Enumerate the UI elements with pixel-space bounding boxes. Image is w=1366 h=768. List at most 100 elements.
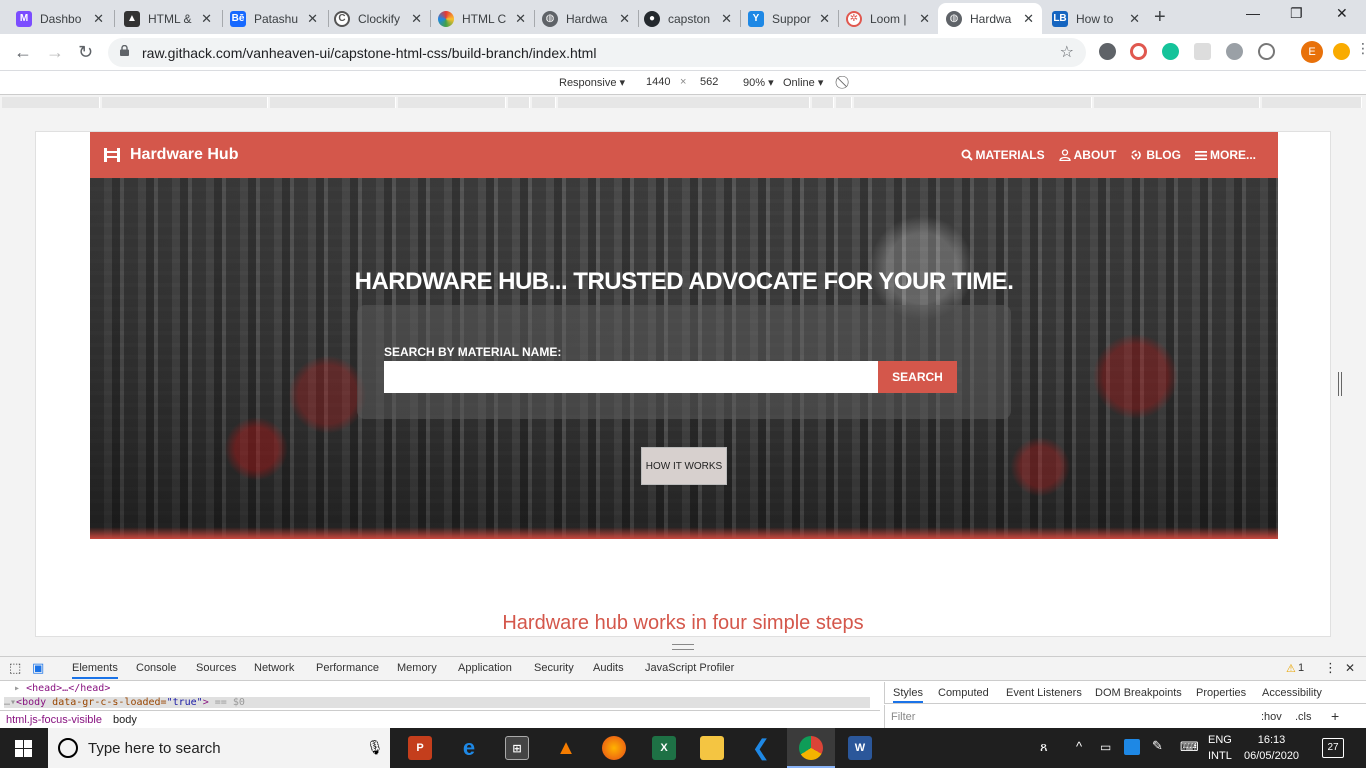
browser-tab[interactable]: HTML C ✕: [430, 3, 534, 34]
device-height-input[interactable]: 562: [700, 76, 718, 88]
grammarly-icon[interactable]: [1162, 43, 1179, 60]
edge-icon[interactable]: e: [457, 735, 481, 760]
breadcrumb-body[interactable]: body: [113, 714, 137, 726]
nav-materials[interactable]: MATERIALS: [961, 148, 1045, 162]
close-tab-icon[interactable]: ✕: [201, 11, 212, 27]
close-tab-icon[interactable]: ✕: [1023, 11, 1034, 27]
extension-icon[interactable]: [1226, 43, 1243, 60]
maximize-icon[interactable]: ❐: [1290, 5, 1303, 22]
tab-memory[interactable]: Memory: [397, 662, 437, 674]
close-tab-icon[interactable]: ✕: [819, 11, 830, 27]
styles-filter-input[interactable]: Filter: [891, 711, 915, 723]
device-width-input[interactable]: 1440: [646, 76, 670, 88]
class-toggle[interactable]: .cls: [1295, 711, 1312, 723]
devtools-menu-icon[interactable]: ⋮: [1324, 660, 1337, 676]
ruler-segment[interactable]: [398, 97, 506, 108]
reload-icon[interactable]: ↻: [78, 42, 93, 63]
loom-extension-icon[interactable]: [1130, 43, 1147, 60]
ruler-segment[interactable]: [836, 97, 852, 108]
shield-icon[interactable]: [1194, 43, 1211, 60]
battery-icon[interactable]: ▭: [1100, 740, 1111, 754]
file-explorer-icon[interactable]: [700, 736, 724, 760]
close-tab-icon[interactable]: ✕: [93, 11, 104, 27]
browser-tab[interactable]: ▲ HTML & ✕: [116, 3, 220, 34]
input-language[interactable]: ENG INTL: [1208, 732, 1232, 764]
tray-chevron-icon[interactable]: ^: [1076, 739, 1082, 754]
excel-icon[interactable]: X: [652, 736, 676, 760]
browser-tab-active[interactable]: ◍ Hardwa ✕: [938, 3, 1042, 34]
nav-blog[interactable]: BLOG: [1130, 148, 1181, 162]
windows-start-icon[interactable]: [15, 740, 32, 757]
taskbar-search[interactable]: Type here to search 🎙: [48, 728, 390, 768]
tab-elements[interactable]: Elements: [72, 662, 118, 679]
search-button[interactable]: SEARCH: [878, 361, 957, 393]
browser-tab[interactable]: Bē Patashu ✕: [222, 3, 326, 34]
firefox-icon[interactable]: [602, 736, 626, 760]
material-search-input[interactable]: [384, 361, 878, 393]
chrome-icon[interactable]: [799, 736, 823, 760]
nav-more[interactable]: MORE...: [1194, 148, 1256, 162]
zoom-select[interactable]: 90% ▾: [743, 76, 774, 89]
tab-styles[interactable]: Styles: [893, 687, 923, 703]
inspect-element-icon[interactable]: ⬚: [9, 660, 21, 676]
microphone-icon[interactable]: 🎙: [366, 739, 384, 756]
pen-icon[interactable]: ✎: [1152, 738, 1163, 754]
tab-sources[interactable]: Sources: [196, 662, 236, 674]
new-tab-icon[interactable]: +: [1154, 6, 1166, 29]
close-tab-icon[interactable]: ✕: [619, 11, 630, 27]
vlc-icon[interactable]: ▲: [554, 736, 578, 760]
close-tab-icon[interactable]: ✕: [1129, 11, 1140, 27]
clockify-extension-icon[interactable]: [1258, 43, 1275, 60]
tab-javascript-profiler[interactable]: JavaScript Profiler: [645, 662, 734, 674]
minimize-icon[interactable]: —: [1246, 5, 1260, 21]
dom-node-body[interactable]: …▾<body data-gr-c-s-loaded="true"> == $0: [4, 697, 870, 708]
devtools-close-icon[interactable]: ✕: [1345, 661, 1355, 675]
browser-tab[interactable]: ✲ Loom | ✕: [838, 3, 938, 34]
network-icon[interactable]: [1124, 739, 1140, 755]
close-tab-icon[interactable]: ✕: [411, 11, 422, 27]
tab-computed[interactable]: Computed: [938, 687, 989, 699]
ruler-segment[interactable]: [812, 97, 834, 108]
word-icon[interactable]: W: [848, 736, 872, 760]
close-tab-icon[interactable]: ✕: [307, 11, 318, 27]
tab-dom-breakpoints[interactable]: DOM Breakpoints: [1095, 687, 1182, 699]
profile-avatar[interactable]: E: [1301, 41, 1323, 63]
browser-tab[interactable]: LB How to ✕: [1044, 3, 1148, 34]
devtools-resize-handle[interactable]: [672, 644, 694, 650]
people-icon[interactable]: ጸ: [1040, 739, 1048, 755]
nav-about[interactable]: ABOUT: [1058, 148, 1116, 162]
tab-console[interactable]: Console: [136, 662, 176, 674]
extension-icon[interactable]: [1333, 43, 1350, 60]
close-tab-icon[interactable]: ✕: [721, 11, 732, 27]
close-tab-icon[interactable]: ✕: [515, 11, 526, 27]
tab-performance[interactable]: Performance: [316, 662, 379, 674]
browser-tab[interactable]: Y Suppor ✕: [740, 3, 838, 34]
network-throttle-select[interactable]: Online ▾: [783, 76, 823, 89]
ruler-segment[interactable]: [2, 97, 100, 108]
dom-node-head[interactable]: ▸ <head>…</head>: [14, 683, 110, 694]
browser-tab[interactable]: C Clockify ✕: [326, 3, 430, 34]
hover-state-toggle[interactable]: :hov: [1261, 711, 1282, 723]
tab-security[interactable]: Security: [534, 662, 574, 674]
warning-icon[interactable]: ⚠: [1286, 662, 1296, 675]
ruler-segment[interactable]: [102, 97, 268, 108]
ruler-segment[interactable]: [532, 97, 556, 108]
add-style-icon[interactable]: +: [1331, 708, 1339, 724]
how-it-works-button[interactable]: HOW IT WORKS: [641, 447, 727, 485]
tab-properties[interactable]: Properties: [1196, 687, 1246, 699]
browser-tab[interactable]: M Dashbo ✕: [8, 3, 112, 34]
close-tab-icon[interactable]: ✕: [919, 11, 930, 27]
forward-icon[interactable]: →: [46, 42, 64, 63]
ruler-segment[interactable]: [270, 97, 396, 108]
tab-network[interactable]: Network: [254, 662, 294, 674]
ruler-segment[interactable]: [508, 97, 530, 108]
ruler-segment[interactable]: [854, 97, 1092, 108]
site-brand[interactable]: Hardware Hub: [104, 146, 238, 164]
vscode-icon[interactable]: ❮: [749, 735, 773, 760]
notification-center-icon[interactable]: 27: [1322, 738, 1344, 758]
browser-tab[interactable]: ◍ Hardwa ✕: [534, 3, 638, 34]
ruler-segment[interactable]: [558, 97, 810, 108]
tab-accessibility[interactable]: Accessibility: [1262, 687, 1322, 699]
tab-application[interactable]: Application: [458, 662, 512, 674]
close-window-icon[interactable]: ✕: [1336, 5, 1348, 22]
